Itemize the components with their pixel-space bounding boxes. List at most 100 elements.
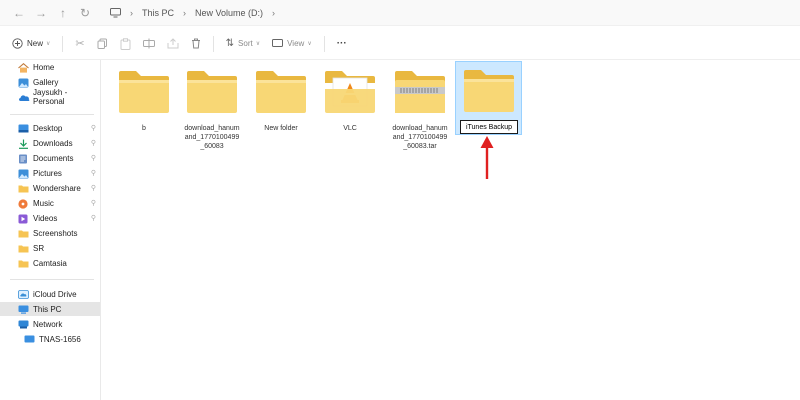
sort-button[interactable]: ⇅ Sort ∨	[220, 32, 266, 56]
annotation-arrow-icon	[480, 136, 494, 179]
sidebar-item-network[interactable]: Network	[0, 317, 100, 331]
paste-button[interactable]	[114, 32, 137, 56]
pin-icon[interactable]: ⚲	[91, 199, 96, 207]
folder-icon	[119, 71, 169, 113]
forward-button[interactable]: →	[30, 3, 52, 23]
sidebar-item-label: TNAS-1656	[39, 334, 81, 344]
sidebar-item-wondershare[interactable]: Wondershare ⚲	[0, 181, 100, 195]
sidebar-item-camtasia[interactable]: Camtasia	[0, 256, 100, 270]
arrow-left-icon: ←	[13, 5, 25, 20]
refresh-button[interactable]: ↻	[74, 3, 96, 23]
file-item[interactable]: download_hanumand_1770100499_60083	[179, 63, 245, 151]
sort-label: Sort	[238, 39, 253, 48]
rename-input[interactable]: iTunes Backup	[460, 120, 518, 134]
network-icon	[18, 320, 29, 329]
sidebar-item-label: iCloud Drive	[33, 289, 77, 299]
sidebar-item-tnas-1656[interactable]: TNAS-1656	[0, 332, 100, 346]
sidebar-item-this-pc[interactable]: This PC	[0, 302, 100, 316]
view-button[interactable]: View ∨	[266, 32, 318, 56]
share-button[interactable]	[161, 32, 185, 56]
arrow-right-icon: →	[35, 5, 47, 20]
sidebar-item-icloud-drive[interactable]: iCloud Drive	[0, 287, 100, 301]
new-button[interactable]: New ∨	[6, 32, 56, 56]
folder-icon	[18, 184, 29, 193]
rename-button[interactable]	[137, 32, 161, 56]
copy-button[interactable]	[91, 32, 114, 56]
sidebar-item-label: Wondershare	[33, 183, 81, 193]
divider	[10, 114, 94, 115]
command-bar: New ∨ ✂ ⇅ Sort ∨ View ∨ ···	[0, 28, 800, 60]
chevron-right-icon: ›	[130, 7, 133, 18]
sidebar-item-label: Jaysukh - Personal	[33, 88, 68, 106]
onedrive-icon	[18, 93, 30, 102]
cut-button[interactable]: ✂	[69, 32, 90, 56]
sidebar-item-gallery[interactable]: Gallery	[0, 75, 100, 89]
pin-icon[interactable]: ⚲	[91, 169, 96, 177]
breadcrumb-this-pc[interactable]: This PC	[142, 8, 174, 18]
share-icon	[167, 38, 179, 49]
sidebar-item-label: Pictures	[33, 168, 62, 178]
sidebar-item-desktop[interactable]: Desktop ⚲	[0, 121, 100, 135]
pictures-icon	[18, 169, 29, 178]
more-options-button[interactable]: ···	[331, 32, 353, 56]
delete-button[interactable]	[185, 32, 207, 56]
pin-icon[interactable]: ⚲	[91, 214, 96, 222]
folder-icon	[187, 71, 237, 113]
file-name: download_hanumand_1770100499_60083.tar	[392, 125, 448, 150]
sidebar-item-documents[interactable]: Documents ⚲	[0, 151, 100, 165]
sidebar-item-label: Home	[33, 62, 55, 72]
documents-icon	[18, 154, 29, 163]
sidebar-item-label: Network	[33, 319, 63, 329]
chevron-down-icon: ∨	[46, 41, 51, 47]
sidebar-item-label: Downloads	[33, 138, 73, 148]
pin-icon[interactable]: ⚲	[91, 124, 96, 132]
sort-icon: ⇅	[225, 38, 235, 49]
divider	[62, 35, 64, 52]
gallery-icon	[18, 78, 29, 87]
chevron-right-icon[interactable]: ›	[272, 8, 275, 18]
folder-icon	[256, 71, 306, 113]
divider	[323, 35, 325, 52]
folder-icon	[18, 244, 29, 253]
file-item-selected[interactable]: iTunes Backup	[455, 61, 522, 135]
videos-icon	[18, 214, 29, 223]
file-item[interactable]: b	[111, 63, 177, 151]
breadcrumb-new-volume[interactable]: New Volume (D:)	[195, 8, 263, 18]
rename-icon	[142, 38, 155, 49]
address-bar: ← → ↑ ↻ › This PC › New Volume (D:) ›	[0, 0, 800, 26]
music-icon	[18, 198, 29, 209]
back-button[interactable]: ←	[8, 3, 30, 23]
sidebar-item-videos[interactable]: Videos ⚲	[0, 211, 100, 225]
sidebar-item-pictures[interactable]: Pictures ⚲	[0, 166, 100, 180]
new-label: New	[27, 39, 44, 48]
view-label: View	[287, 39, 305, 48]
file-item[interactable]: New folder	[248, 63, 314, 151]
sidebar-item-label: Desktop	[33, 123, 63, 133]
nas-icon	[24, 335, 35, 344]
sidebar-item-downloads[interactable]: Downloads ⚲	[0, 136, 100, 150]
sidebar-item-label: This PC	[33, 304, 62, 314]
scissors-icon: ✂	[75, 38, 85, 50]
sidebar-item-home[interactable]: Home	[0, 60, 100, 74]
pin-icon[interactable]: ⚲	[91, 154, 96, 162]
sidebar-item-screenshots[interactable]: Screenshots	[0, 226, 100, 240]
pin-icon[interactable]: ⚲	[91, 184, 96, 192]
sidebar-item-sr[interactable]: SR	[0, 241, 100, 255]
divider	[10, 279, 94, 280]
sidebar-item-music[interactable]: Music ⚲	[0, 196, 100, 210]
chevron-right-icon: ›	[183, 7, 187, 18]
pin-icon[interactable]: ⚲	[91, 139, 96, 147]
sidebar-item-onedrive[interactable]: Jaysukh - Personal	[0, 88, 100, 106]
up-button[interactable]: ↑	[52, 3, 74, 23]
chevron-down-icon: ∨	[255, 41, 261, 47]
file-name: New folder	[264, 125, 298, 132]
folder-icon	[18, 229, 29, 238]
file-item[interactable]: download_hanumand_1770100499_60083.tar	[387, 63, 453, 151]
sidebar-item-label: SR	[33, 243, 45, 253]
plus-circle-icon	[12, 38, 23, 49]
vlc-folder-icon	[325, 71, 375, 113]
file-item[interactable]: VLC	[317, 63, 383, 151]
navigation-pane: Home Gallery Jaysukh - Personal Desktop …	[0, 60, 101, 400]
monitor-icon[interactable]	[110, 7, 121, 18]
zip-folder-icon	[395, 71, 445, 113]
